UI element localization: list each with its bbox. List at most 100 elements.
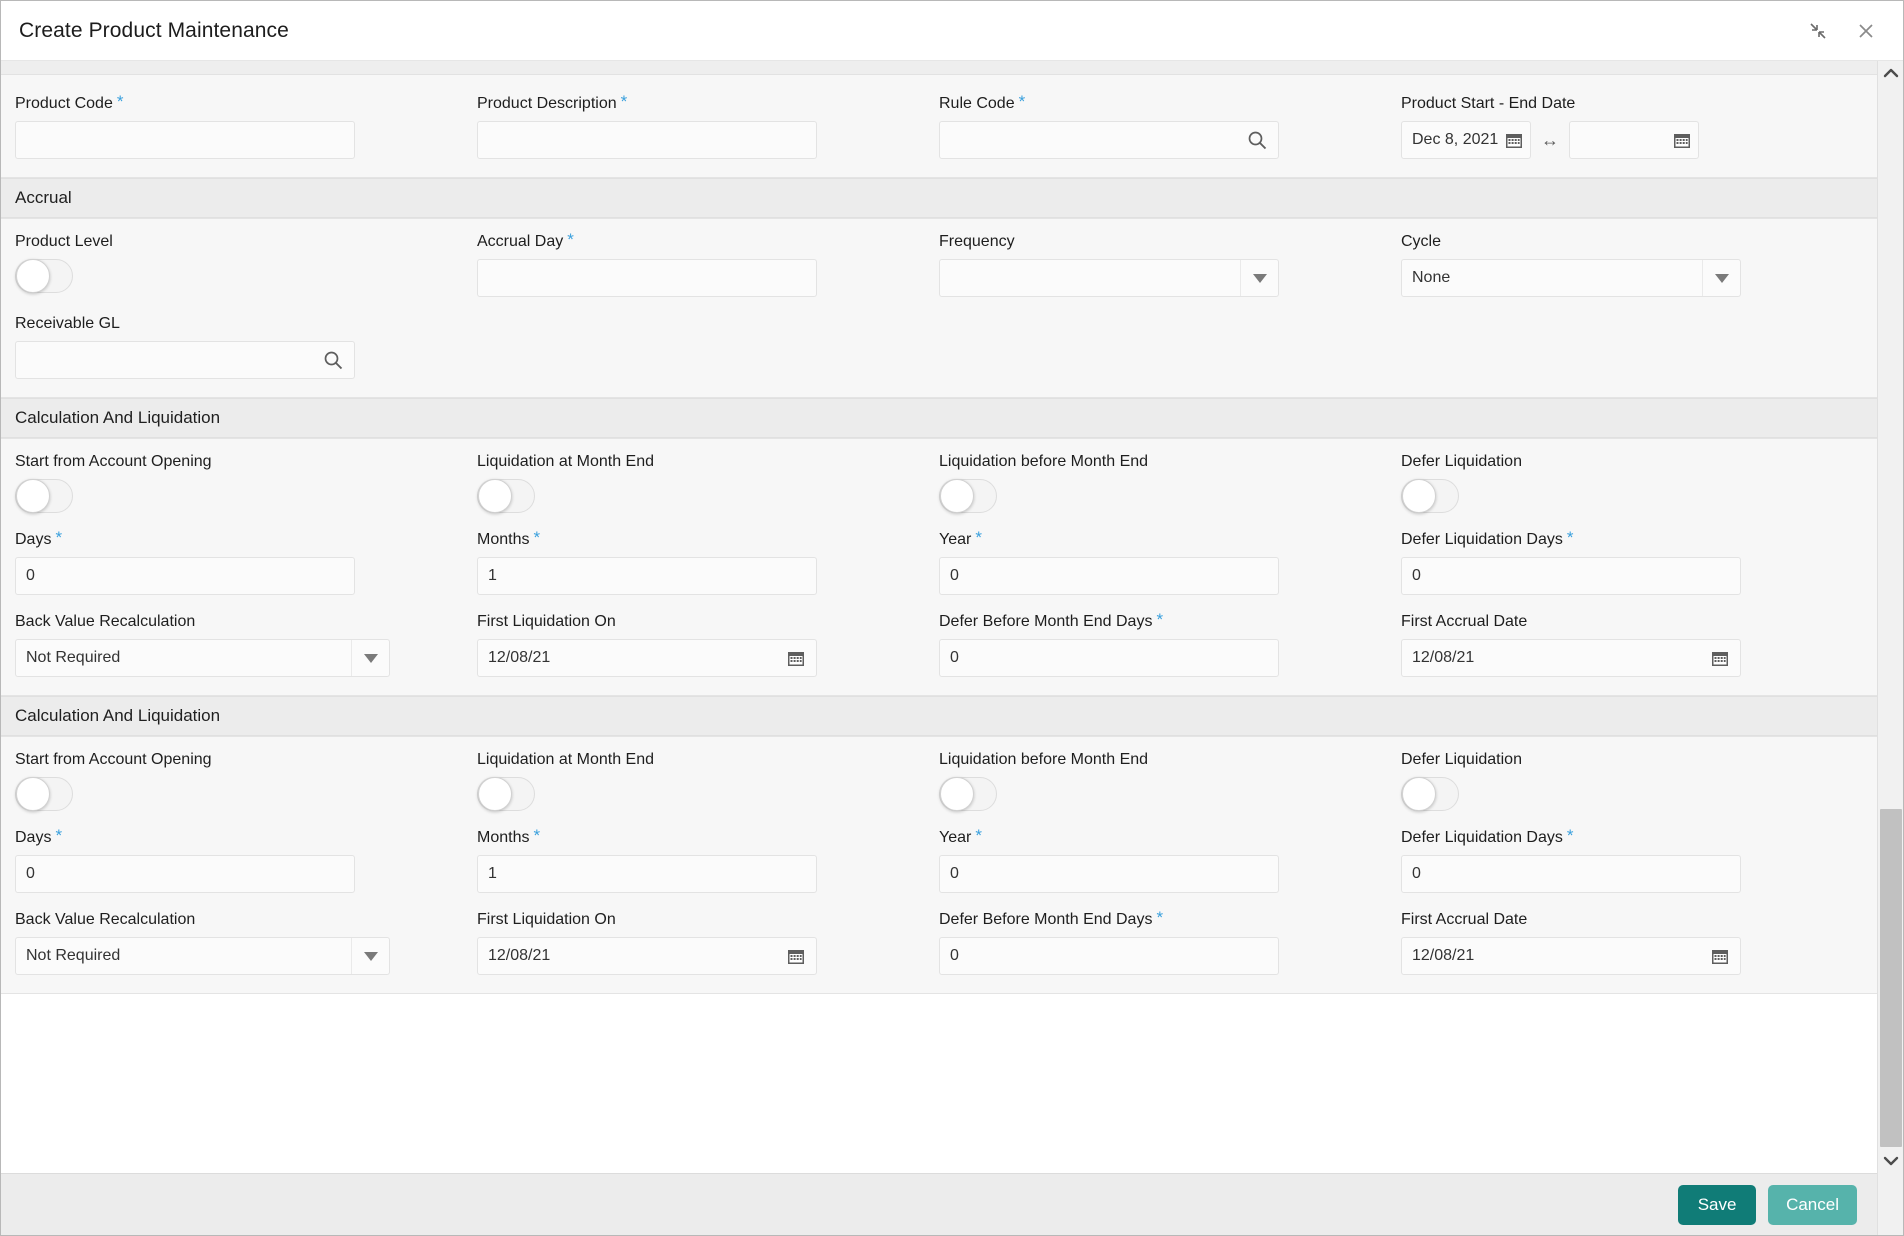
defer-liquidation-days-input-2[interactable]: 0 <box>1401 855 1741 893</box>
chevron-down-icon[interactable] <box>351 938 389 974</box>
back-value-recalculation-select-2[interactable]: Not Required <box>15 937 390 975</box>
save-button[interactable]: Save <box>1678 1184 1757 1225</box>
defer-liquidation-days-input[interactable]: 0 <box>1401 557 1741 595</box>
field-label: Product Description * <box>477 92 628 112</box>
first-accrual-date-input[interactable]: 12/08/21 <box>1401 639 1741 677</box>
field-label: Accrual Day * <box>477 230 574 250</box>
receivable-gl-input[interactable] <box>15 341 355 379</box>
required-asterisk: * <box>975 528 982 547</box>
field-label: First Liquidation On <box>477 613 616 630</box>
product-end-date-input[interactable] <box>1569 121 1699 159</box>
calendar-icon[interactable] <box>786 946 806 966</box>
liquidation-before-month-end-toggle-2[interactable] <box>939 777 997 811</box>
field-first-accrual-date-2: First Accrual Date 12/08/21 <box>1401 897 1863 979</box>
vertical-scrollbar[interactable] <box>1877 61 1903 1173</box>
toggle-knob <box>940 777 974 811</box>
days-input-2[interactable]: 0 <box>15 855 355 893</box>
required-asterisk: * <box>1156 908 1164 927</box>
first-liquidation-on-input[interactable]: 12/08/21 <box>477 639 817 677</box>
defer-before-month-end-days-input[interactable]: 0 <box>939 639 1279 677</box>
field-label: Start from Account Opening <box>15 751 212 768</box>
field-label: Months * <box>477 826 541 846</box>
product-code-input[interactable] <box>15 121 355 159</box>
year-input[interactable]: 0 <box>939 557 1279 595</box>
field-rule-code: Rule Code * <box>939 81 1401 163</box>
scrollbar-thumb[interactable] <box>1879 808 1902 1147</box>
product-start-date-input[interactable]: Dec 8, 2021 <box>1401 121 1531 159</box>
field-label: First Liquidation On <box>477 911 616 928</box>
field-start-from-account-opening-2: Start from Account Opening <box>15 737 477 815</box>
toggle-knob <box>478 777 512 811</box>
chevron-down-icon[interactable] <box>1702 260 1740 296</box>
liquidation-at-month-end-toggle[interactable] <box>477 479 535 513</box>
back-value-recalculation-select[interactable]: Not Required <box>15 639 390 677</box>
product-description-input[interactable] <box>477 121 817 159</box>
months-input-2[interactable]: 1 <box>477 855 817 893</box>
calendar-icon[interactable] <box>1504 130 1524 150</box>
required-asterisk: * <box>620 92 628 111</box>
days-input[interactable]: 0 <box>15 557 355 595</box>
calendar-icon[interactable] <box>1710 648 1730 668</box>
field-defer-before-month-end-days-2: Defer Before Month End Days * 0 <box>939 897 1401 979</box>
product-panel: Product Code * Product Description * Rul… <box>1 75 1877 178</box>
toggle-knob <box>16 479 50 513</box>
field-months: Months * 1 <box>477 517 939 599</box>
field-start-from-account-opening: Start from Account Opening <box>15 439 477 517</box>
calendar-icon[interactable] <box>1672 130 1692 150</box>
chevron-down-icon[interactable] <box>1878 1149 1904 1173</box>
first-accrual-date-input-2[interactable]: 12/08/21 <box>1401 937 1741 975</box>
calendar-icon[interactable] <box>1710 946 1730 966</box>
liquidation-at-month-end-toggle-2[interactable] <box>477 777 535 811</box>
accrual-row-2: Receivable GL <box>1 301 1877 383</box>
cycle-select[interactable]: None <box>1401 259 1741 297</box>
months-input[interactable]: 1 <box>477 557 817 595</box>
defer-liquidation-toggle[interactable] <box>1401 479 1459 513</box>
accrual-day-input[interactable] <box>477 259 817 297</box>
defer-liquidation-toggle-2[interactable] <box>1401 777 1459 811</box>
chevron-up-icon[interactable] <box>1878 61 1904 85</box>
scrollbar-track[interactable] <box>1878 85 1904 1149</box>
chevron-down-icon[interactable] <box>351 640 389 676</box>
field-label: Defer Liquidation <box>1401 751 1522 768</box>
field-months-2: Months * 1 <box>477 815 939 897</box>
cancel-button[interactable]: Cancel <box>1768 1184 1857 1225</box>
toggle-knob <box>940 479 974 513</box>
field-label: Back Value Recalculation <box>15 911 196 928</box>
field-product-code: Product Code * <box>15 81 477 163</box>
first-liquidation-on-input-2[interactable]: 12/08/21 <box>477 937 817 975</box>
collapse-icon[interactable] <box>1807 20 1829 42</box>
required-asterisk: * <box>55 826 63 845</box>
liquidation-before-month-end-toggle[interactable] <box>939 479 997 513</box>
field-liquidation-at-month-end-2: Liquidation at Month End <box>477 737 939 815</box>
required-asterisk: * <box>567 230 574 249</box>
field-accrual-day: Accrual Day * <box>477 219 939 301</box>
toggle-knob <box>1402 777 1436 811</box>
search-icon[interactable] <box>1246 129 1268 151</box>
field-defer-liquidation-2: Defer Liquidation <box>1401 737 1863 815</box>
calendar-icon[interactable] <box>786 648 806 668</box>
rule-code-input[interactable] <box>939 121 1279 159</box>
close-icon[interactable] <box>1855 20 1877 42</box>
chevron-down-icon[interactable] <box>1240 260 1278 296</box>
field-defer-liquidation-days: Defer Liquidation Days * 0 <box>1401 517 1863 599</box>
calc2-row-1: Start from Account Opening Liquidation a… <box>1 737 1877 815</box>
field-label: Defer Liquidation Days * <box>1401 528 1574 548</box>
defer-before-month-end-days-input-2[interactable]: 0 <box>939 937 1279 975</box>
year-input-2[interactable]: 0 <box>939 855 1279 893</box>
dialog-titlebar: Create Product Maintenance <box>1 1 1903 61</box>
required-asterisk: * <box>533 528 541 547</box>
calculation-liquidation-panel-2: Start from Account Opening Liquidation a… <box>1 736 1877 994</box>
search-icon[interactable] <box>322 349 344 371</box>
field-first-accrual-date: First Accrual Date 12/08/21 <box>1401 599 1863 681</box>
field-label: Liquidation before Month End <box>939 751 1149 768</box>
start-from-account-opening-toggle-2[interactable] <box>15 777 73 811</box>
product-level-toggle[interactable] <box>15 259 73 293</box>
field-label: Days * <box>15 826 63 846</box>
frequency-select[interactable] <box>939 259 1279 297</box>
required-asterisk: * <box>1156 610 1164 629</box>
start-from-account-opening-toggle[interactable] <box>15 479 73 513</box>
required-asterisk: * <box>533 826 541 845</box>
